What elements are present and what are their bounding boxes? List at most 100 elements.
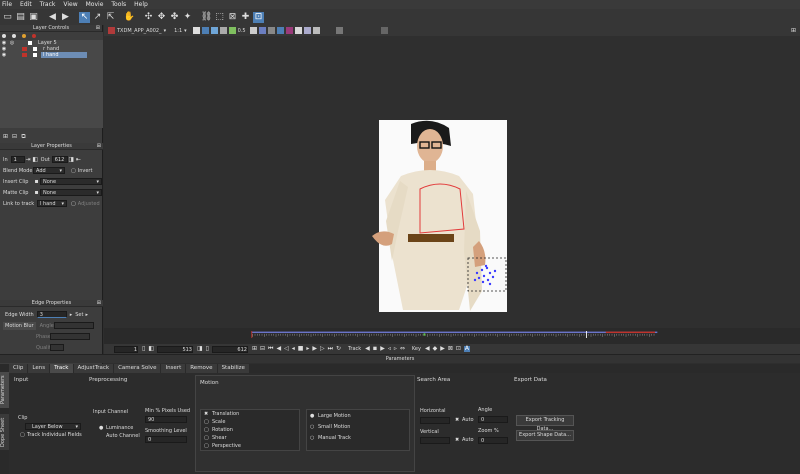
timeline-ruler[interactable] [104, 331, 800, 338]
horizontal-field[interactable] [420, 417, 450, 424]
loop-icon[interactable]: ↻ [336, 346, 341, 352]
menu-view[interactable]: View [63, 1, 77, 8]
new-project-icon[interactable]: ▭ [2, 12, 13, 23]
invert-checkbox[interactable]: ▢ [71, 168, 76, 174]
angle-field[interactable]: 0 [478, 416, 508, 423]
set-out-icon[interactable]: ▯ [206, 346, 209, 352]
redo-icon[interactable]: ▶ [60, 12, 71, 23]
shear-checkbox[interactable]: ▢ [204, 435, 209, 441]
go-out-icon[interactable]: ◨ [197, 346, 203, 352]
set-in-icon[interactable]: ▯ [142, 346, 145, 352]
pin-icon[interactable]: ⊞ [97, 143, 101, 150]
next-key-icon[interactable]: ▷ [320, 346, 325, 352]
pin-icon[interactable]: ⊞ [791, 27, 796, 34]
save-icon[interactable]: ▣ [28, 12, 39, 23]
menu-tools[interactable]: Tools [111, 1, 126, 8]
crop-icon[interactable]: ⊠ [227, 12, 238, 23]
set-in-icon[interactable]: ⇥ [25, 156, 32, 163]
tab-insert[interactable]: Insert [161, 364, 186, 373]
in-field[interactable]: 1 [10, 156, 25, 163]
zoom-range-icon[interactable]: ⊟ [260, 346, 265, 352]
delete-key-icon[interactable]: ⊠ [448, 346, 453, 352]
tab-clip[interactable]: Clip [9, 364, 28, 373]
large-motion-radio[interactable]: ● [310, 413, 314, 419]
open-icon[interactable]: ▤ [15, 12, 26, 23]
duplicate-icon[interactable]: ⧉ [20, 133, 27, 140]
rect-select-icon[interactable]: ⬚ [214, 12, 225, 23]
track-fields-checkbox[interactable]: ▢ [20, 432, 25, 438]
in-point-marker[interactable] [251, 331, 253, 338]
crosshair-icon[interactable]: ✚ [240, 12, 251, 23]
start-frame-field[interactable]: 1 [114, 345, 138, 353]
prev-key-icon[interactable]: ◀ [276, 346, 281, 352]
set-stepper-icon[interactable]: ▸ [85, 312, 88, 318]
keyframe-marker[interactable] [423, 333, 426, 336]
color-column-icon[interactable] [22, 34, 26, 38]
luminance-radio[interactable]: ● [99, 425, 103, 431]
track-column-icon[interactable] [32, 34, 36, 38]
last-frame-icon[interactable]: ⏭ [328, 346, 333, 352]
overlay-icon[interactable] [210, 27, 218, 34]
edge-width-field[interactable]: 3 [36, 311, 67, 318]
transform-icon[interactable]: ⇱ [105, 12, 116, 23]
track-step-back-icon[interactable]: ◃ [388, 346, 391, 352]
key-options-icon[interactable]: ⊡ [456, 346, 461, 352]
zoom-field[interactable]: 0 [478, 437, 508, 444]
link-dropdown[interactable]: l hand ▾ [37, 200, 67, 207]
bezier-icon[interactable]: ✤ [169, 12, 180, 23]
track-stop-icon[interactable]: ◾ [373, 346, 377, 352]
play-back-icon[interactable]: ◁ [284, 346, 289, 352]
go-in-icon[interactable]: ◧ [32, 156, 39, 163]
track-forward-icon[interactable]: ▶ [380, 346, 385, 352]
zoom-dropdown[interactable]: 1:1 [174, 28, 182, 34]
xspline-icon[interactable]: ✥ [156, 12, 167, 23]
add-key-icon[interactable]: ◆ [433, 346, 438, 352]
layer-name[interactable]: l hand [41, 52, 87, 58]
tab-adjust-track[interactable]: AdjustTrack [73, 364, 114, 373]
frame-icon[interactable]: ⊡ [253, 11, 264, 23]
perspective-checkbox[interactable]: ▢ [204, 443, 209, 449]
visibility-column-icon[interactable] [2, 34, 6, 38]
current-frame-field[interactable]: 513 [156, 345, 193, 353]
menu-help[interactable]: Help [134, 1, 148, 8]
lock-icon[interactable]: ◎ [8, 40, 16, 46]
end-frame-field[interactable]: 612 [211, 345, 248, 353]
white-icon[interactable] [294, 27, 302, 34]
auto-key-icon[interactable]: A [463, 346, 471, 352]
pin-icon[interactable]: ⊞ [96, 25, 100, 32]
magenta-icon[interactable] [285, 27, 293, 34]
track-backward-icon[interactable]: ◀ [365, 346, 370, 352]
track-step-icon[interactable]: ▹ [394, 346, 397, 352]
translation-checkbox[interactable]: ✖ [204, 411, 208, 417]
tab-camera-solve[interactable]: Camera Solve [114, 364, 161, 373]
menu-movie[interactable]: Movie [86, 1, 104, 8]
adjusted-checkbox[interactable]: ▢ [71, 201, 76, 207]
opacity-value[interactable]: 0.5 [238, 28, 246, 34]
small-motion-radio[interactable]: ○ [310, 424, 314, 430]
min-pixels-field[interactable]: 90 [145, 416, 187, 423]
person-icon[interactable] [303, 27, 311, 34]
viewer-canvas[interactable] [104, 36, 800, 328]
tab-lens[interactable]: Lens [28, 364, 50, 373]
onion-icon[interactable] [249, 27, 257, 34]
blend-dropdown[interactable]: Add ▾ [33, 167, 65, 174]
add-point-icon[interactable]: ✦ [182, 12, 193, 23]
camera-icon[interactable] [335, 27, 343, 34]
grid-icon[interactable] [219, 27, 227, 34]
undo-icon[interactable]: ◀ [47, 12, 58, 23]
next-keyframe-icon[interactable]: ▶ [440, 346, 445, 352]
insert-clip-dropdown[interactable]: None ▾ [40, 178, 102, 185]
view-mode-icon[interactable] [192, 27, 200, 34]
bspline-icon[interactable]: ✣ [143, 12, 154, 23]
tab-remove[interactable]: Remove [186, 364, 217, 373]
checker-icon[interactable] [267, 27, 275, 34]
mask-icon[interactable] [258, 27, 266, 34]
menu-file[interactable]: File [2, 1, 12, 8]
select-points-icon[interactable]: ↗ [92, 12, 103, 23]
tab-track[interactable]: Track [50, 364, 73, 373]
pin-icon[interactable]: ⊞ [97, 300, 101, 307]
vertical-field[interactable] [420, 437, 450, 444]
lock-column-icon[interactable] [12, 34, 16, 38]
link-icon[interactable]: ⛓ [201, 12, 212, 23]
step-back-icon[interactable]: ◂ [292, 346, 295, 352]
